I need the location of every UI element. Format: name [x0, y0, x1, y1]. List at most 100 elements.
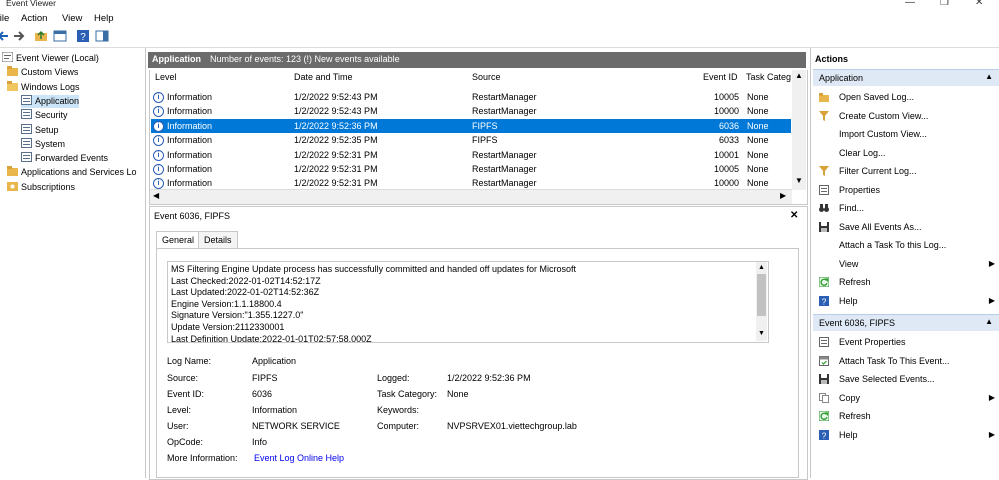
event-datetime: 1/2/2022 9:52:31 PM [294, 164, 378, 174]
action-refresh[interactable]: Refresh [817, 273, 999, 291]
description-scrollbar[interactable]: ▲ ▼ [756, 262, 767, 341]
menu-view[interactable]: View [62, 13, 82, 24]
source-value: FIPFS [252, 373, 278, 383]
logged-label: Logged: [377, 373, 410, 383]
action-save-all-events-as[interactable]: Save All Events As... [817, 218, 999, 236]
event-row[interactable]: i Information 1/2/2022 9:52:43 PM RestartMa… [151, 104, 791, 118]
log-header-name: Application [152, 54, 201, 64]
action-filter-current-log[interactable]: Filter Current Log... [817, 162, 999, 180]
description-scroll-thumb[interactable] [757, 274, 766, 316]
column-level[interactable]: Level [155, 72, 177, 82]
action-help[interactable]: ? Help ▶ [817, 426, 999, 444]
event-description[interactable]: MS Filtering Engine Update process has s… [167, 261, 769, 343]
tree-item-application[interactable]: Application [21, 94, 80, 108]
menu-action[interactable]: Action [21, 13, 47, 24]
description-line: MS Filtering Engine Update process has s… [171, 264, 577, 274]
event-log-online-help-link[interactable]: Event Log Online Help [254, 453, 344, 463]
help-icon[interactable]: ? [76, 30, 90, 42]
tree-item-label: Applications and Services Lo [21, 167, 137, 178]
column-task-category[interactable]: Task Categ [746, 72, 791, 82]
level-value: Information [252, 405, 298, 415]
actions-section-header[interactable]: Application ▲ [813, 69, 999, 86]
tree-item-subscriptions[interactable]: Subscriptions [7, 181, 75, 194]
action-clear-log[interactable]: Clear Log... [817, 144, 999, 162]
actions-section-header[interactable]: Event 6036, FIPFS ▲ [813, 314, 999, 331]
menu-file[interactable]: File [0, 13, 9, 24]
action-label: Filter Current Log... [839, 166, 917, 176]
scroll-up-icon[interactable]: ▲ [795, 71, 803, 80]
menu-help[interactable]: Help [94, 13, 114, 24]
action-event-properties[interactable]: Event Properties [817, 333, 999, 351]
log-name-value: Application [252, 356, 297, 366]
tree-item-custom-views[interactable]: Custom Views [7, 66, 78, 79]
tab-details[interactable]: Details [198, 231, 238, 249]
forward-arrow-icon[interactable] [12, 30, 26, 42]
event-row[interactable]: i Information 1/2/2022 9:52:31 PM RestartMa… [151, 162, 791, 176]
description-scroll-up-icon[interactable]: ▲ [758, 264, 765, 271]
restore-icon[interactable]: ❐ [940, 0, 949, 8]
source-label: Source: [167, 373, 199, 383]
collapse-up-icon[interactable]: ▲ [985, 72, 993, 81]
collapse-up-icon[interactable]: ▲ [985, 317, 993, 326]
close-detail-icon[interactable]: ✕ [790, 210, 798, 221]
submenu-arrow-icon: ▶ [988, 258, 995, 268]
tree-item-applications-and-services-lo[interactable]: Applications and Services Lo [7, 166, 137, 179]
action-open-saved-log[interactable]: Open Saved Log... [817, 88, 999, 106]
level-label: Level: [167, 405, 192, 415]
events-grid: Level Date and Time Source Event ID Task… [149, 70, 808, 205]
tree-item-windows-logs[interactable]: Windows Logs [7, 80, 80, 94]
action-find[interactable]: Find... [817, 199, 999, 217]
action-help[interactable]: ? Help ▶ [817, 292, 999, 310]
action-create-custom-view[interactable]: Create Custom View... [817, 107, 999, 125]
description-line: Signature Version:"1.355.1227.0" [171, 310, 304, 321]
column-datetime[interactable]: Date and Time [294, 72, 353, 82]
tree-item-security[interactable]: Security [21, 109, 68, 122]
description-scroll-down-icon[interactable]: ▼ [758, 330, 765, 337]
action-refresh[interactable]: Refresh [817, 407, 999, 425]
scroll-left-icon[interactable]: ◀ [153, 191, 159, 200]
events-horizontal-scrollbar[interactable]: ◀ ▶ [150, 189, 792, 204]
event-row[interactable]: i Information 1/2/2022 9:52:36 PM FIPFS 6036… [151, 118, 791, 133]
show-hide-action-pane-icon[interactable] [95, 30, 109, 42]
event-datetime: 1/2/2022 9:52:31 PM [294, 149, 378, 160]
svg-text:?: ? [822, 430, 827, 440]
action-view[interactable]: View ▶ [817, 255, 999, 273]
column-source[interactable]: Source [472, 72, 501, 82]
scroll-right-icon[interactable]: ▶ [780, 191, 786, 200]
action-save-selected-events[interactable]: Save Selected Events... [817, 370, 999, 388]
svg-text:?: ? [822, 296, 827, 306]
event-row[interactable]: i Information 1/2/2022 9:52:31 PM RestartMa… [151, 148, 791, 162]
event-task-category: None [747, 92, 769, 102]
action-properties[interactable]: Properties [817, 181, 999, 199]
tree-item-system[interactable]: System [21, 137, 65, 151]
action-label: Find... [839, 203, 865, 213]
action-label: Open Saved Log... [839, 92, 915, 102]
event-id: 10000 [713, 106, 739, 117]
action-import-custom-view[interactable]: Import Custom View... [817, 125, 999, 143]
action-copy[interactable]: Copy ▶ [817, 389, 999, 407]
event-row[interactable]: i Information 1/2/2022 9:52:43 PM RestartMa… [151, 90, 791, 104]
show-hide-tree-icon[interactable] [53, 30, 67, 42]
action-attach-a-task-to-this-log[interactable]: Attach a Task To this Log... [817, 236, 999, 254]
folder-up-icon[interactable] [34, 30, 48, 42]
tree-item-label: Application [35, 95, 80, 106]
action-attach-task-to-this-event[interactable]: Attach Task To This Event... [817, 352, 999, 370]
tab-general[interactable]: General [156, 231, 201, 249]
events-vertical-scrollbar[interactable]: ▲ ▼ [792, 70, 806, 190]
scroll-down-icon[interactable]: ▼ [795, 176, 803, 185]
user-value: NETWORK SERVICE [252, 421, 340, 431]
tree-item-event-viewer-local[interactable]: Event Viewer (Local) [2, 52, 99, 65]
minimize-icon[interactable]: — [905, 0, 915, 8]
back-arrow-icon[interactable] [0, 30, 10, 42]
event-source: RestartManager [472, 164, 537, 174]
opcode-label: OpCode: [167, 437, 204, 447]
subscriptions-icon [7, 181, 21, 192]
tree-item-label: Forwarded Events [35, 153, 109, 164]
tree-item-forwarded-events[interactable]: Forwarded Events [21, 152, 108, 165]
event-row[interactable]: i Information 1/2/2022 9:52:35 PM FIPFS 6033… [151, 133, 791, 147]
column-event-id[interactable]: Event ID [703, 72, 738, 82]
tree-item-setup[interactable]: Setup [21, 123, 59, 137]
close-window-icon[interactable]: ✕ [975, 0, 983, 8]
tree-item-label: Event Viewer (Local) [16, 53, 99, 63]
logged-value: 1/2/2022 9:52:36 PM [447, 373, 531, 383]
